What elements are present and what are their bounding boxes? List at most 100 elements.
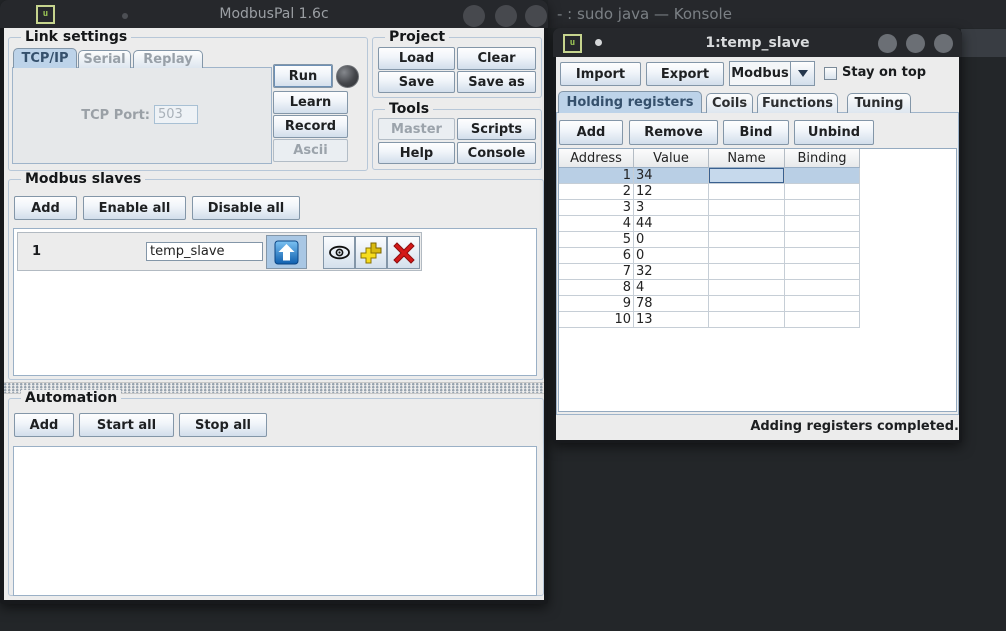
window-button-close[interactable] bbox=[525, 5, 547, 27]
register-add-button[interactable]: Add bbox=[559, 120, 623, 145]
slave-window-button-close[interactable] bbox=[934, 34, 953, 53]
slave-delete-button[interactable] bbox=[387, 236, 420, 269]
register-row[interactable]: 60 bbox=[559, 248, 861, 264]
cell-address[interactable]: 6 bbox=[559, 248, 634, 264]
column-header-value[interactable]: Value bbox=[634, 149, 709, 168]
register-row[interactable]: 732 bbox=[559, 264, 861, 280]
automation-add-button[interactable]: Add bbox=[14, 413, 74, 437]
cell-binding[interactable] bbox=[785, 248, 860, 264]
column-header-binding[interactable]: Binding bbox=[785, 149, 860, 168]
cell-name[interactable] bbox=[709, 264, 785, 280]
cell-name[interactable] bbox=[709, 168, 785, 184]
column-header-address[interactable]: Address bbox=[559, 149, 634, 168]
slave-window-button-maximize[interactable] bbox=[906, 34, 925, 53]
run-button[interactable]: Run bbox=[273, 64, 333, 88]
modbuspal-titlebar[interactable]: u ModbusPal 1.6c bbox=[0, 0, 548, 28]
cell-value[interactable]: 12 bbox=[634, 184, 709, 200]
stay-on-top-checkbox[interactable] bbox=[824, 67, 837, 80]
cell-binding[interactable] bbox=[785, 168, 860, 184]
learn-button[interactable]: Learn bbox=[273, 91, 348, 114]
tab-functions[interactable]: Functions bbox=[757, 93, 838, 113]
modbus-combo-value[interactable]: Modbus bbox=[729, 61, 791, 86]
cell-value[interactable]: 44 bbox=[634, 216, 709, 232]
console-button[interactable]: Console bbox=[457, 142, 536, 164]
clear-button[interactable]: Clear bbox=[457, 47, 536, 70]
cell-binding[interactable] bbox=[785, 296, 860, 312]
scripts-button[interactable]: Scripts bbox=[457, 118, 536, 140]
cell-address[interactable]: 5 bbox=[559, 232, 634, 248]
register-row[interactable]: 978 bbox=[559, 296, 861, 312]
register-row[interactable]: 1013 bbox=[559, 312, 861, 328]
register-unbind-button[interactable]: Unbind bbox=[794, 120, 874, 145]
cell-value[interactable]: 0 bbox=[634, 232, 709, 248]
cell-address[interactable]: 1 bbox=[559, 168, 634, 184]
cell-name[interactable] bbox=[709, 200, 785, 216]
tab-tuning[interactable]: Tuning bbox=[847, 93, 911, 113]
cell-name[interactable] bbox=[709, 232, 785, 248]
register-row[interactable]: 212 bbox=[559, 184, 861, 200]
register-row[interactable]: 84 bbox=[559, 280, 861, 296]
konsole-titlebar[interactable]: - : sudo java — Konsole bbox=[548, 0, 1006, 28]
cell-name[interactable] bbox=[709, 184, 785, 200]
enable-all-button[interactable]: Enable all bbox=[83, 196, 186, 220]
import-button[interactable]: Import bbox=[560, 62, 641, 86]
window-button-minimize[interactable] bbox=[463, 5, 485, 27]
load-button[interactable]: Load bbox=[378, 47, 455, 70]
slave-row[interactable]: 1 bbox=[17, 232, 422, 271]
register-row[interactable]: 444 bbox=[559, 216, 861, 232]
cell-binding[interactable] bbox=[785, 264, 860, 280]
tcp-port-field[interactable] bbox=[154, 105, 198, 124]
cell-value[interactable]: 13 bbox=[634, 312, 709, 328]
disable-all-button[interactable]: Disable all bbox=[192, 196, 300, 220]
slave-duplicate-button[interactable] bbox=[355, 236, 387, 269]
cell-name[interactable] bbox=[709, 280, 785, 296]
column-header-name[interactable]: Name bbox=[709, 149, 785, 168]
record-button[interactable]: Record bbox=[273, 115, 348, 138]
help-button[interactable]: Help bbox=[378, 142, 455, 164]
tab-tcpip[interactable]: TCP/IP bbox=[13, 48, 77, 68]
export-button[interactable]: Export bbox=[646, 62, 724, 86]
cell-value[interactable]: 4 bbox=[634, 280, 709, 296]
tab-replay[interactable]: Replay bbox=[133, 50, 203, 68]
cell-binding[interactable] bbox=[785, 216, 860, 232]
cell-address[interactable]: 10 bbox=[559, 312, 634, 328]
cell-value[interactable]: 78 bbox=[634, 296, 709, 312]
register-remove-button[interactable]: Remove bbox=[629, 120, 718, 145]
cell-binding[interactable] bbox=[785, 312, 860, 328]
slave-window-button-minimize[interactable] bbox=[878, 34, 897, 53]
tab-coils[interactable]: Coils bbox=[706, 93, 753, 113]
register-bind-button[interactable]: Bind bbox=[723, 120, 789, 145]
register-row[interactable]: 134 bbox=[559, 168, 861, 184]
start-all-button[interactable]: Start all bbox=[79, 413, 174, 437]
tab-holding-registers[interactable]: Holding registers bbox=[558, 91, 702, 113]
cell-name[interactable] bbox=[709, 296, 785, 312]
slaves-add-button[interactable]: Add bbox=[14, 196, 77, 220]
cell-name[interactable] bbox=[709, 312, 785, 328]
cell-value[interactable]: 32 bbox=[634, 264, 709, 280]
cell-value[interactable]: 0 bbox=[634, 248, 709, 264]
cell-value[interactable]: 3 bbox=[634, 200, 709, 216]
cell-binding[interactable] bbox=[785, 184, 860, 200]
stop-all-button[interactable]: Stop all bbox=[179, 413, 267, 437]
modbus-combo-arrow[interactable] bbox=[790, 61, 815, 86]
slave-view-button[interactable] bbox=[323, 236, 355, 269]
cell-binding[interactable] bbox=[785, 200, 860, 216]
cell-address[interactable]: 3 bbox=[559, 200, 634, 216]
register-row[interactable]: 33 bbox=[559, 200, 861, 216]
save-as-button[interactable]: Save as bbox=[457, 71, 536, 93]
cell-binding[interactable] bbox=[785, 232, 860, 248]
slave-enable-toggle[interactable] bbox=[266, 235, 307, 269]
register-row[interactable]: 50 bbox=[559, 232, 861, 248]
cell-address[interactable]: 9 bbox=[559, 296, 634, 312]
slave-name-field[interactable] bbox=[146, 242, 263, 261]
cell-name[interactable] bbox=[709, 216, 785, 232]
cell-address[interactable]: 7 bbox=[559, 264, 634, 280]
cell-binding[interactable] bbox=[785, 280, 860, 296]
window-button-maximize[interactable] bbox=[495, 5, 517, 27]
cell-address[interactable]: 8 bbox=[559, 280, 634, 296]
cell-value[interactable]: 34 bbox=[634, 168, 709, 184]
slave-titlebar[interactable]: u 1:temp_slave bbox=[553, 28, 962, 57]
cell-address[interactable]: 4 bbox=[559, 216, 634, 232]
tab-serial[interactable]: Serial bbox=[78, 50, 131, 68]
save-button[interactable]: Save bbox=[378, 71, 455, 93]
